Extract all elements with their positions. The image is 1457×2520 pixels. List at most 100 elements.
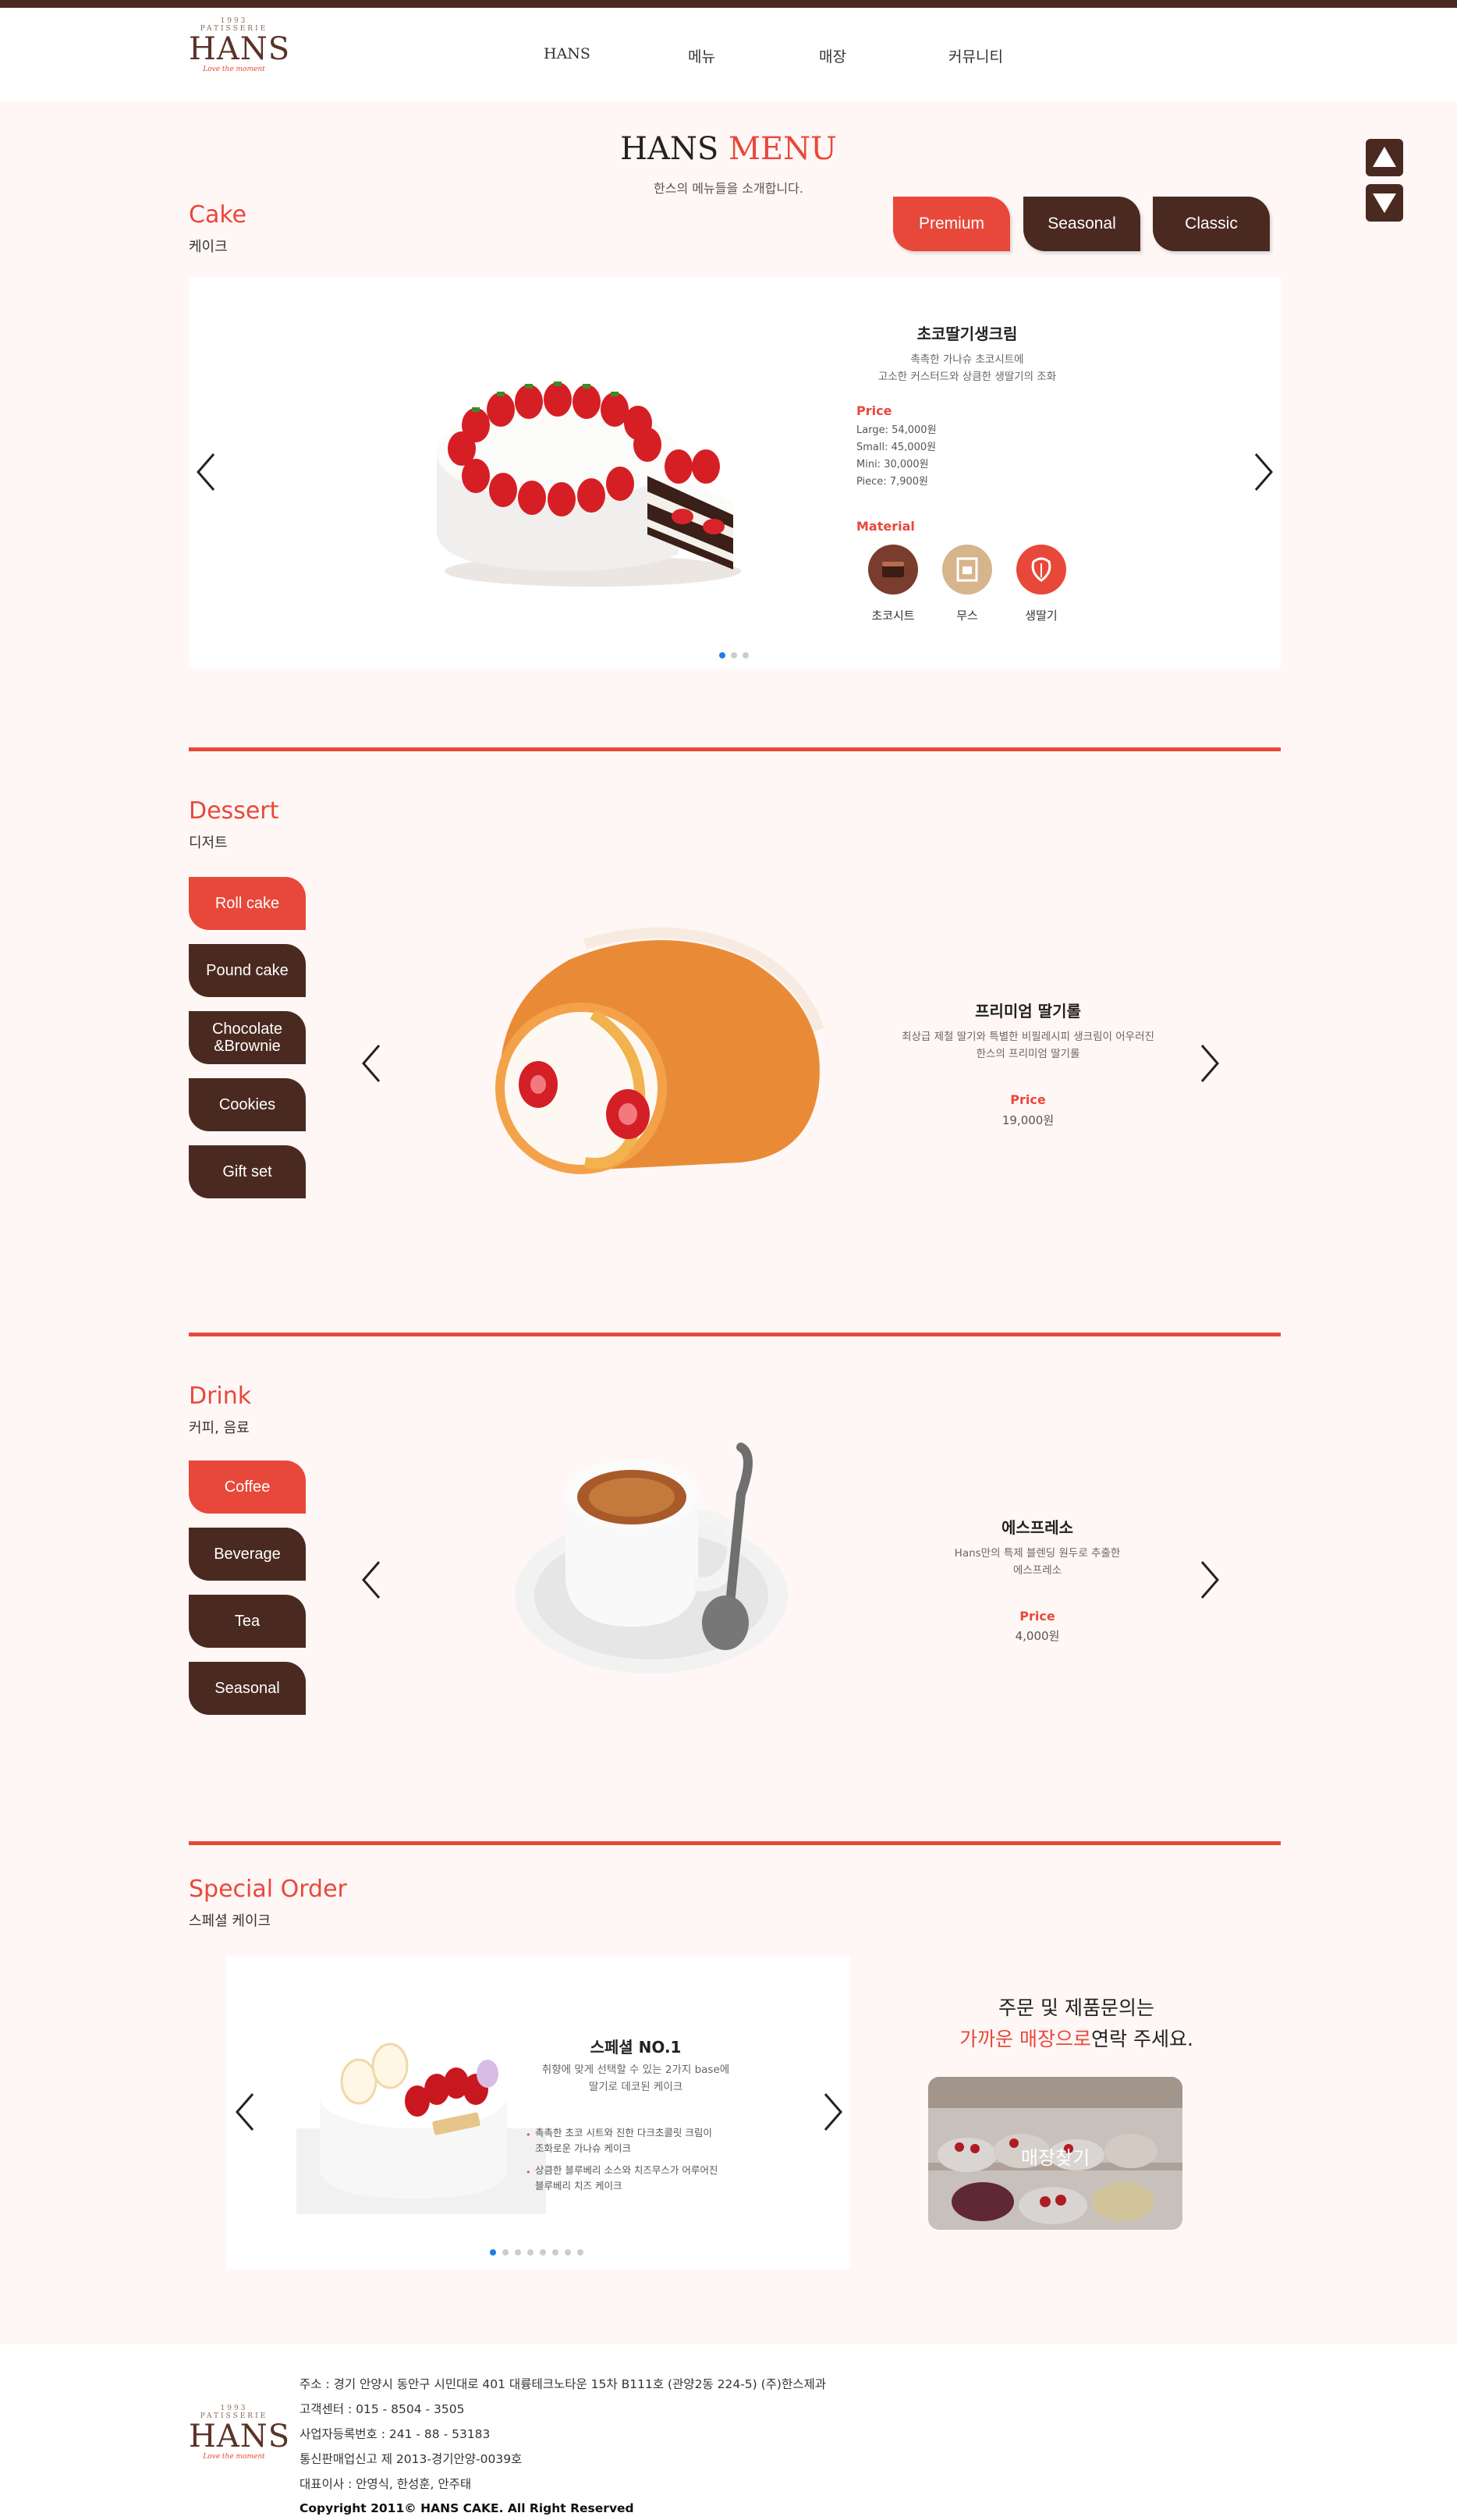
cta-highlight: 가까운 매장으로 [959, 2028, 1092, 2050]
dessert-section-subtitle: 디저트 [189, 835, 228, 851]
special-bullet-2a: 상큼한 블루베리 소스와 치즈무스가 어루어진 [535, 2164, 718, 2176]
espresso-image [515, 1443, 788, 1673]
roll-cake-image [495, 927, 824, 1174]
cake-slider-dot[interactable] [743, 652, 749, 658]
special-prev-arrow-icon[interactable] [234, 2091, 257, 2133]
drink-prev-arrow-icon[interactable] [360, 1559, 384, 1601]
special-product-desc-2: 딸기로 데코된 케이크 [588, 2081, 683, 2093]
cake-section-subtitle: 케이크 [189, 239, 228, 255]
drink-coffee[interactable]: Coffee [189, 1461, 306, 1514]
dessert-roll-cake[interactable]: Roll cake [189, 877, 306, 930]
special-section-title: Special Order [189, 1876, 347, 1903]
dessert-product-desc-2: 한스의 프리미엄 딸기롤 [976, 1048, 1080, 1060]
special-slider-dot[interactable] [552, 2249, 558, 2256]
drink-product-desc-2: 에스프레소 [1012, 1564, 1062, 1577]
special-slider-dot[interactable] [515, 2249, 521, 2256]
page-title: HANS MENU [0, 131, 1457, 167]
cake-section-title: Cake [189, 201, 247, 229]
cake-material-label: Material [856, 519, 915, 534]
cake-product-name: 초코딸기생크림 [916, 325, 1018, 343]
dessert-pound-cake[interactable]: Pound cake [189, 944, 306, 997]
dessert-chocolate-brownie[interactable]: Chocolate &Brownie [189, 1011, 306, 1064]
tab-seasonal[interactable]: Seasonal [1023, 197, 1140, 251]
dessert-prev-arrow-icon[interactable] [360, 1042, 384, 1084]
dessert-cookies[interactable]: Cookies [189, 1078, 306, 1131]
nav-hans[interactable]: HANS [544, 45, 590, 62]
drink-section-subtitle: 커피, 음료 [189, 1420, 250, 1436]
cta-rest: 연락 주세요. [1091, 2028, 1193, 2050]
cake-price-mini: Mini: 30,000원 [856, 459, 929, 470]
cake-product-image [437, 382, 741, 587]
special-bullet-1b: 조화로운 가나슈 케이크 [535, 2142, 631, 2154]
cta-line-2: 가까운 매장으로연락 주세요. [897, 2024, 1256, 2052]
page-subtitle: 한스의 메뉴들을 소개합니다. [654, 181, 803, 196]
special-slider-dot[interactable] [577, 2249, 583, 2256]
footer-logo-subtitle: 1993 PATISSERIE [200, 2405, 268, 2420]
special-bullet-2b: 블루베리 치즈 케이크 [535, 2180, 622, 2192]
dessert-product-name: 프리미엄 딸기롤 [975, 1002, 1081, 1020]
special-slider-dot[interactable] [527, 2249, 534, 2256]
section-divider [189, 1333, 1281, 1336]
bullet-icon: • [526, 2167, 531, 2177]
cake-product-desc-2: 고소한 커스터드와 상큼한 생딸기의 조화 [877, 371, 1057, 383]
mousse-icon [942, 545, 992, 595]
footer-address: 주소 : 경기 안양시 동안구 시민대로 401 대륭테크노타운 15차 B11… [300, 2377, 827, 2391]
cta-line-1: 주문 및 제품문의는 [998, 1996, 1154, 2019]
cake-slider-dot[interactable] [719, 652, 725, 658]
footer-copyright: Copyright 2011© HANS CAKE. All Right Res… [300, 2501, 634, 2515]
drink-seasonal[interactable]: Seasonal [189, 1662, 306, 1715]
cake-price-label: Price [856, 403, 892, 418]
nav-store[interactable]: 매장 [819, 45, 846, 66]
drink-beverage[interactable]: Beverage [189, 1528, 306, 1581]
choco-sheet-icon [868, 545, 918, 595]
material-label-strawberry: 생딸기 [1025, 609, 1058, 623]
bullet-icon: • [526, 2130, 531, 2140]
cake-slider-dot[interactable] [731, 652, 737, 658]
drink-section-title: Drink [189, 1382, 252, 1410]
special-cake-image [296, 2043, 546, 2214]
cake-prev-arrow-icon[interactable] [195, 451, 218, 493]
cake-product-desc-1: 촉촉한 가나슈 초코시트에 [910, 353, 1024, 366]
special-slider-dot[interactable] [565, 2249, 571, 2256]
footer-logo[interactable]: 1993 PATISSERIE HANS Love the moment [189, 2405, 291, 2472]
dessert-price-label: Price [1010, 1092, 1046, 1107]
cake-price-small: Small: 45,000원 [856, 442, 937, 453]
footer-logo-text: HANS [189, 2419, 291, 2454]
footer-biz-no: 사업자등록번호 : 241 - 88 - 53183 [300, 2427, 491, 2441]
dessert-price: 19,000원 [1001, 1113, 1055, 1127]
special-product-desc-1: 취향에 맞게 선택할 수 있는 2가지 base에 [541, 2064, 730, 2076]
cake-next-arrow-icon[interactable] [1251, 451, 1274, 493]
cake-price-piece: Piece: 7,900원 [856, 476, 928, 488]
store-finder-label: 매장찾기 [1020, 2147, 1090, 2169]
drink-next-arrow-icon[interactable] [1197, 1559, 1221, 1601]
nav-menu[interactable]: 메뉴 [688, 45, 715, 66]
special-section-subtitle: 스페셜 케이크 [189, 1913, 271, 1929]
drink-tea[interactable]: Tea [189, 1595, 306, 1648]
dessert-section-title: Dessert [189, 797, 279, 825]
page-title-hans: HANS [620, 131, 719, 167]
drink-price: 4,000원 [1015, 1629, 1060, 1643]
footer-phone: 고객센터 : 015 - 8504 - 3505 [300, 2402, 465, 2416]
strawberry-icon [1016, 545, 1066, 595]
drink-product-name: 에스프레소 [1001, 1518, 1073, 1537]
tab-classic[interactable]: Classic [1153, 197, 1270, 251]
special-product-name: 스페셜 NO.1 [590, 2038, 682, 2057]
top-bar [0, 0, 1457, 8]
footer-ceo: 대표이사 : 안영식, 한성훈, 안주태 [300, 2477, 472, 2491]
material-label-mousse: 무스 [956, 609, 978, 623]
tab-premium[interactable]: Premium [893, 197, 1010, 251]
page-title-menu: MENU [728, 131, 837, 167]
logo-text: HANS [189, 31, 291, 67]
logo-subtitle: 1993 PATISSERIE [200, 17, 268, 33]
special-slider-dot[interactable] [490, 2249, 496, 2256]
nav-community[interactable]: 커뮤니티 [948, 45, 1003, 66]
section-divider [189, 1841, 1281, 1845]
logo[interactable]: 1993 PATISSERIE HANS Love the moment [189, 17, 291, 84]
store-finder-button[interactable]: 매장찾기 [928, 2077, 1182, 2230]
special-slider-dot[interactable] [502, 2249, 509, 2256]
special-slider-dot[interactable] [540, 2249, 546, 2256]
dessert-gift-set[interactable]: Gift set [189, 1145, 306, 1198]
special-next-arrow-icon[interactable] [821, 2091, 844, 2133]
material-label-choco: 초코시트 [871, 609, 915, 623]
footer-mail-order: 통신판매업신고 제 2013-경기안양-0039호 [300, 2452, 523, 2466]
